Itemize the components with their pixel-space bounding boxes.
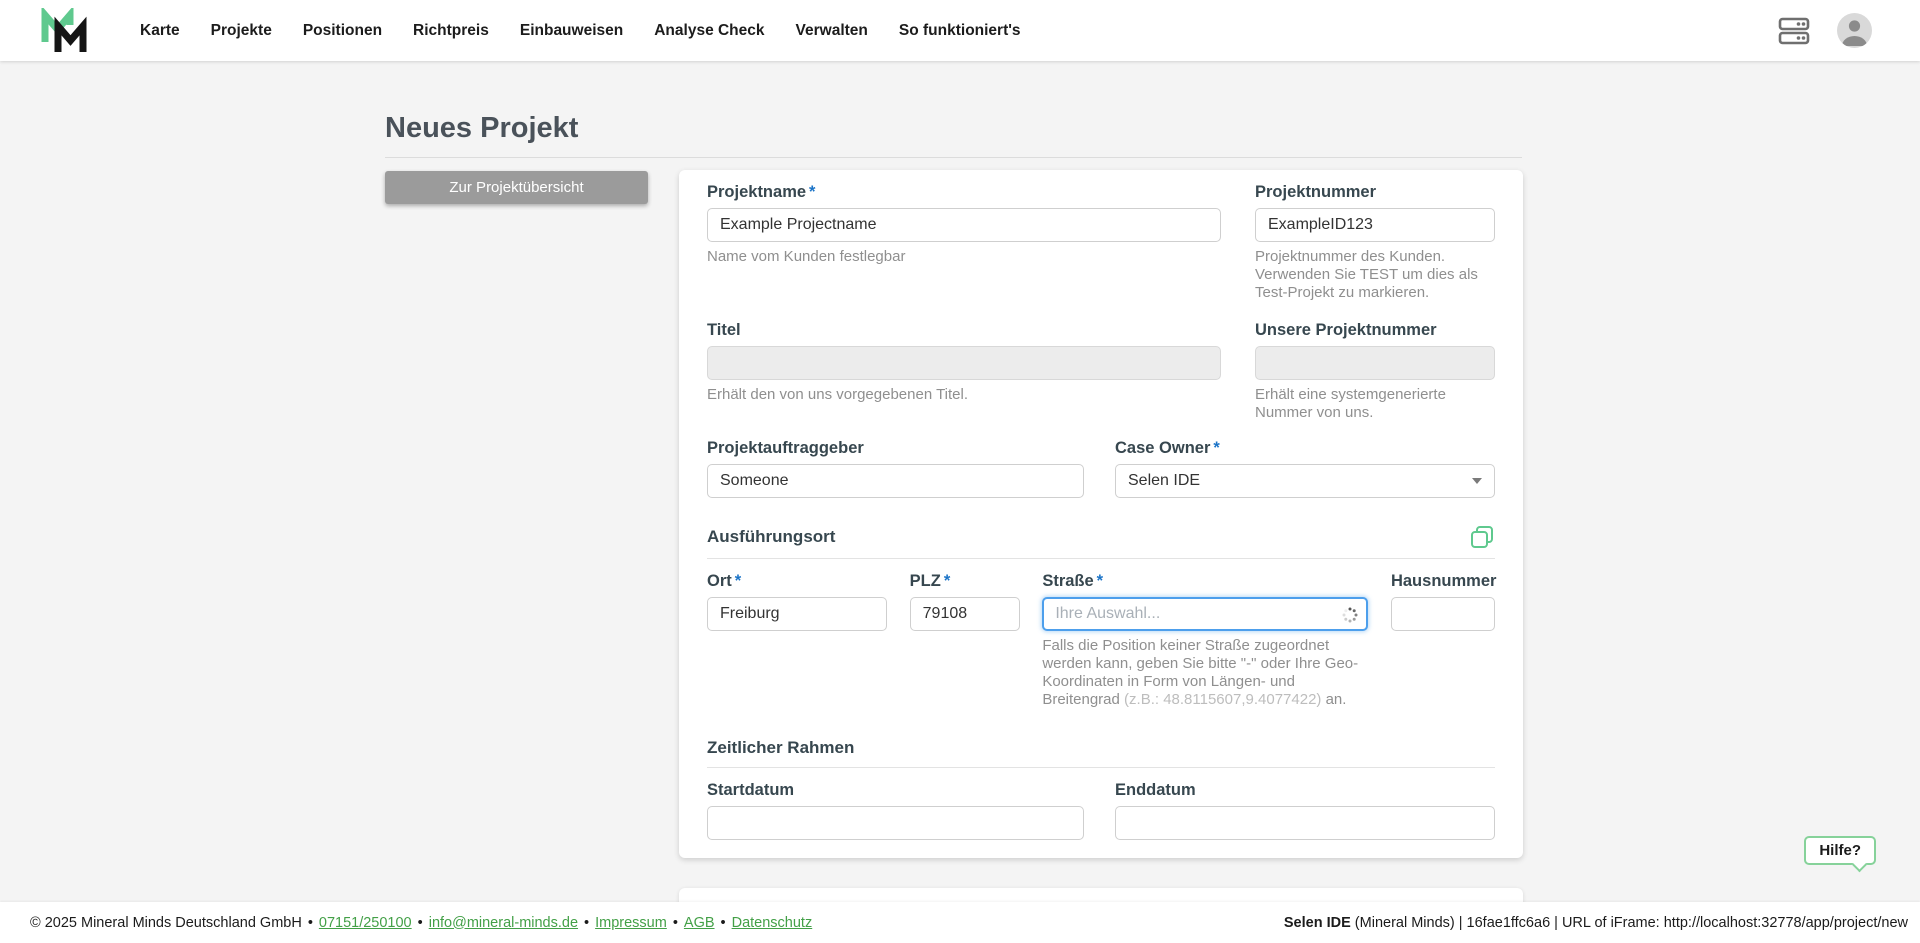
server-stack-icon[interactable] bbox=[1777, 16, 1811, 46]
case-owner-label: Case Owner* bbox=[1115, 438, 1495, 458]
projektname-helper: Name vom Kunden festlegbar bbox=[707, 248, 1221, 266]
main-nav: Karte Projekte Positionen Richtpreis Ein… bbox=[138, 16, 1023, 46]
projektnummer-input[interactable] bbox=[1255, 208, 1495, 242]
plz-input[interactable] bbox=[910, 597, 1020, 631]
form-row-adresse: Ort* PLZ* Straße* F bbox=[707, 571, 1495, 709]
nav-item-analyse-check[interactable]: Analyse Check bbox=[652, 16, 766, 46]
form-row-name-nummer: Projektname* Name vom Kunden festlegbar … bbox=[707, 182, 1495, 302]
footer-session-info: Selen IDE (Mineral Minds) | 16fae1ffc6a6… bbox=[1284, 915, 1910, 931]
enddatum-input[interactable] bbox=[1115, 806, 1495, 840]
projektauftraggeber-input[interactable] bbox=[707, 464, 1084, 498]
nav-item-positionen[interactable]: Positionen bbox=[301, 16, 384, 46]
nav-item-richtpreis[interactable]: Richtpreis bbox=[411, 16, 491, 46]
title-divider bbox=[385, 157, 1522, 158]
enddatum-label: Enddatum bbox=[1115, 780, 1495, 800]
projektnummer-label: Projektnummer bbox=[1255, 182, 1495, 202]
impressum-link[interactable]: Impressum bbox=[595, 915, 667, 931]
hilfe-button[interactable]: Hilfe? bbox=[1804, 836, 1876, 865]
unsere-projektnummer-helper: Erhält eine systemgenerierte Nummer von … bbox=[1255, 386, 1495, 422]
new-project-form-card: Projektname* Name vom Kunden festlegbar … bbox=[679, 170, 1523, 858]
separator-dot: • bbox=[673, 915, 678, 931]
hausnummer-input[interactable] bbox=[1391, 597, 1495, 631]
case-owner-select[interactable]: Selen IDE bbox=[1115, 464, 1495, 498]
required-marker: * bbox=[1213, 439, 1219, 457]
titel-label: Titel bbox=[707, 320, 1221, 340]
separator-dot: • bbox=[308, 915, 313, 931]
required-marker: * bbox=[1097, 572, 1103, 590]
user-avatar-icon[interactable] bbox=[1837, 13, 1872, 48]
section-divider bbox=[707, 558, 1495, 559]
header-right-icons bbox=[1777, 13, 1872, 48]
projektname-input[interactable] bbox=[707, 208, 1221, 242]
phone-link[interactable]: 07151/250100 bbox=[319, 915, 412, 931]
email-link[interactable]: info@mineral-minds.de bbox=[429, 915, 578, 931]
startdatum-input[interactable] bbox=[707, 806, 1084, 840]
section-divider bbox=[707, 767, 1495, 768]
page-title: Neues Projekt bbox=[385, 112, 578, 145]
agb-link[interactable]: AGB bbox=[684, 915, 715, 931]
copy-icon[interactable] bbox=[1469, 524, 1495, 550]
hilfe-label: Hilfe? bbox=[1819, 842, 1861, 859]
ausfuehrungsort-heading: Ausführungsort bbox=[707, 526, 835, 548]
form-row-titel-unsere-nummer: Titel Erhält den von uns vorgegebenen Ti… bbox=[707, 320, 1495, 422]
projektauftraggeber-label: Projektauftraggeber bbox=[707, 438, 1084, 458]
nav-item-verwalten[interactable]: Verwalten bbox=[794, 16, 870, 46]
ort-input[interactable] bbox=[707, 597, 887, 631]
projektname-label: Projektname* bbox=[707, 182, 1221, 202]
nav-item-projekte[interactable]: Projekte bbox=[209, 16, 274, 46]
nav-item-karte[interactable]: Karte bbox=[138, 16, 182, 46]
form-row-datum: Startdatum Enddatum bbox=[707, 780, 1495, 840]
zeitlicher-rahmen-heading: Zeitlicher Rahmen bbox=[707, 737, 854, 759]
strasse-helper: Falls die Position keiner Straße zugeord… bbox=[1042, 637, 1368, 709]
case-owner-selected-value: Selen IDE bbox=[1128, 472, 1200, 490]
section-zeitlicher-rahmen: Zeitlicher Rahmen bbox=[707, 737, 1495, 759]
speech-bubble-tail bbox=[1852, 857, 1868, 873]
top-navigation-bar: Karte Projekte Positionen Richtpreis Ein… bbox=[0, 0, 1920, 61]
nav-item-einbauweisen[interactable]: Einbauweisen bbox=[518, 16, 625, 46]
section-ausfuehrungsort: Ausführungsort bbox=[707, 524, 1495, 550]
unsere-projektnummer-label: Unsere Projektnummer bbox=[1255, 320, 1495, 340]
separator-dot: • bbox=[721, 915, 726, 931]
datenschutz-link[interactable]: Datenschutz bbox=[732, 915, 813, 931]
required-marker: * bbox=[809, 183, 815, 201]
strasse-input[interactable] bbox=[1042, 597, 1368, 631]
required-marker: * bbox=[735, 572, 741, 590]
form-row-auftraggeber-caseowner: Projektauftraggeber Case Owner* Selen ID… bbox=[707, 438, 1495, 498]
footer-session-details: (Mineral Minds) | 16fae1ffc6a6 | URL of … bbox=[1351, 915, 1908, 931]
footer-user-name: Selen IDE bbox=[1284, 915, 1351, 931]
plz-label: PLZ* bbox=[910, 571, 1020, 591]
startdatum-label: Startdatum bbox=[707, 780, 1084, 800]
ort-label: Ort* bbox=[707, 571, 887, 591]
chevron-down-icon bbox=[1472, 478, 1482, 484]
footer-left: © 2025 Mineral Minds Deutschland GmbH • … bbox=[30, 915, 812, 931]
copyright-text: © 2025 Mineral Minds Deutschland GmbH bbox=[30, 915, 302, 931]
mineral-minds-logo-icon[interactable] bbox=[38, 8, 90, 54]
separator-dot: • bbox=[584, 915, 589, 931]
loading-spinner-icon bbox=[1342, 607, 1358, 623]
hausnummer-label: Hausnummer bbox=[1391, 571, 1495, 591]
required-marker: * bbox=[944, 572, 950, 590]
separator-dot: • bbox=[418, 915, 423, 931]
titel-input bbox=[707, 346, 1221, 380]
strasse-label: Straße* bbox=[1042, 571, 1368, 591]
zur-projektuebersicht-button[interactable]: Zur Projektübersicht bbox=[385, 171, 648, 204]
titel-helper: Erhält den von uns vorgegebenen Titel. bbox=[707, 386, 1221, 404]
nav-item-so-funktionierts[interactable]: So funktioniert's bbox=[897, 16, 1023, 46]
footer: © 2025 Mineral Minds Deutschland GmbH • … bbox=[0, 902, 1920, 943]
unsere-projektnummer-input bbox=[1255, 346, 1495, 380]
projektnummer-helper: Projektnummer des Kunden. Verwenden Sie … bbox=[1255, 248, 1495, 302]
